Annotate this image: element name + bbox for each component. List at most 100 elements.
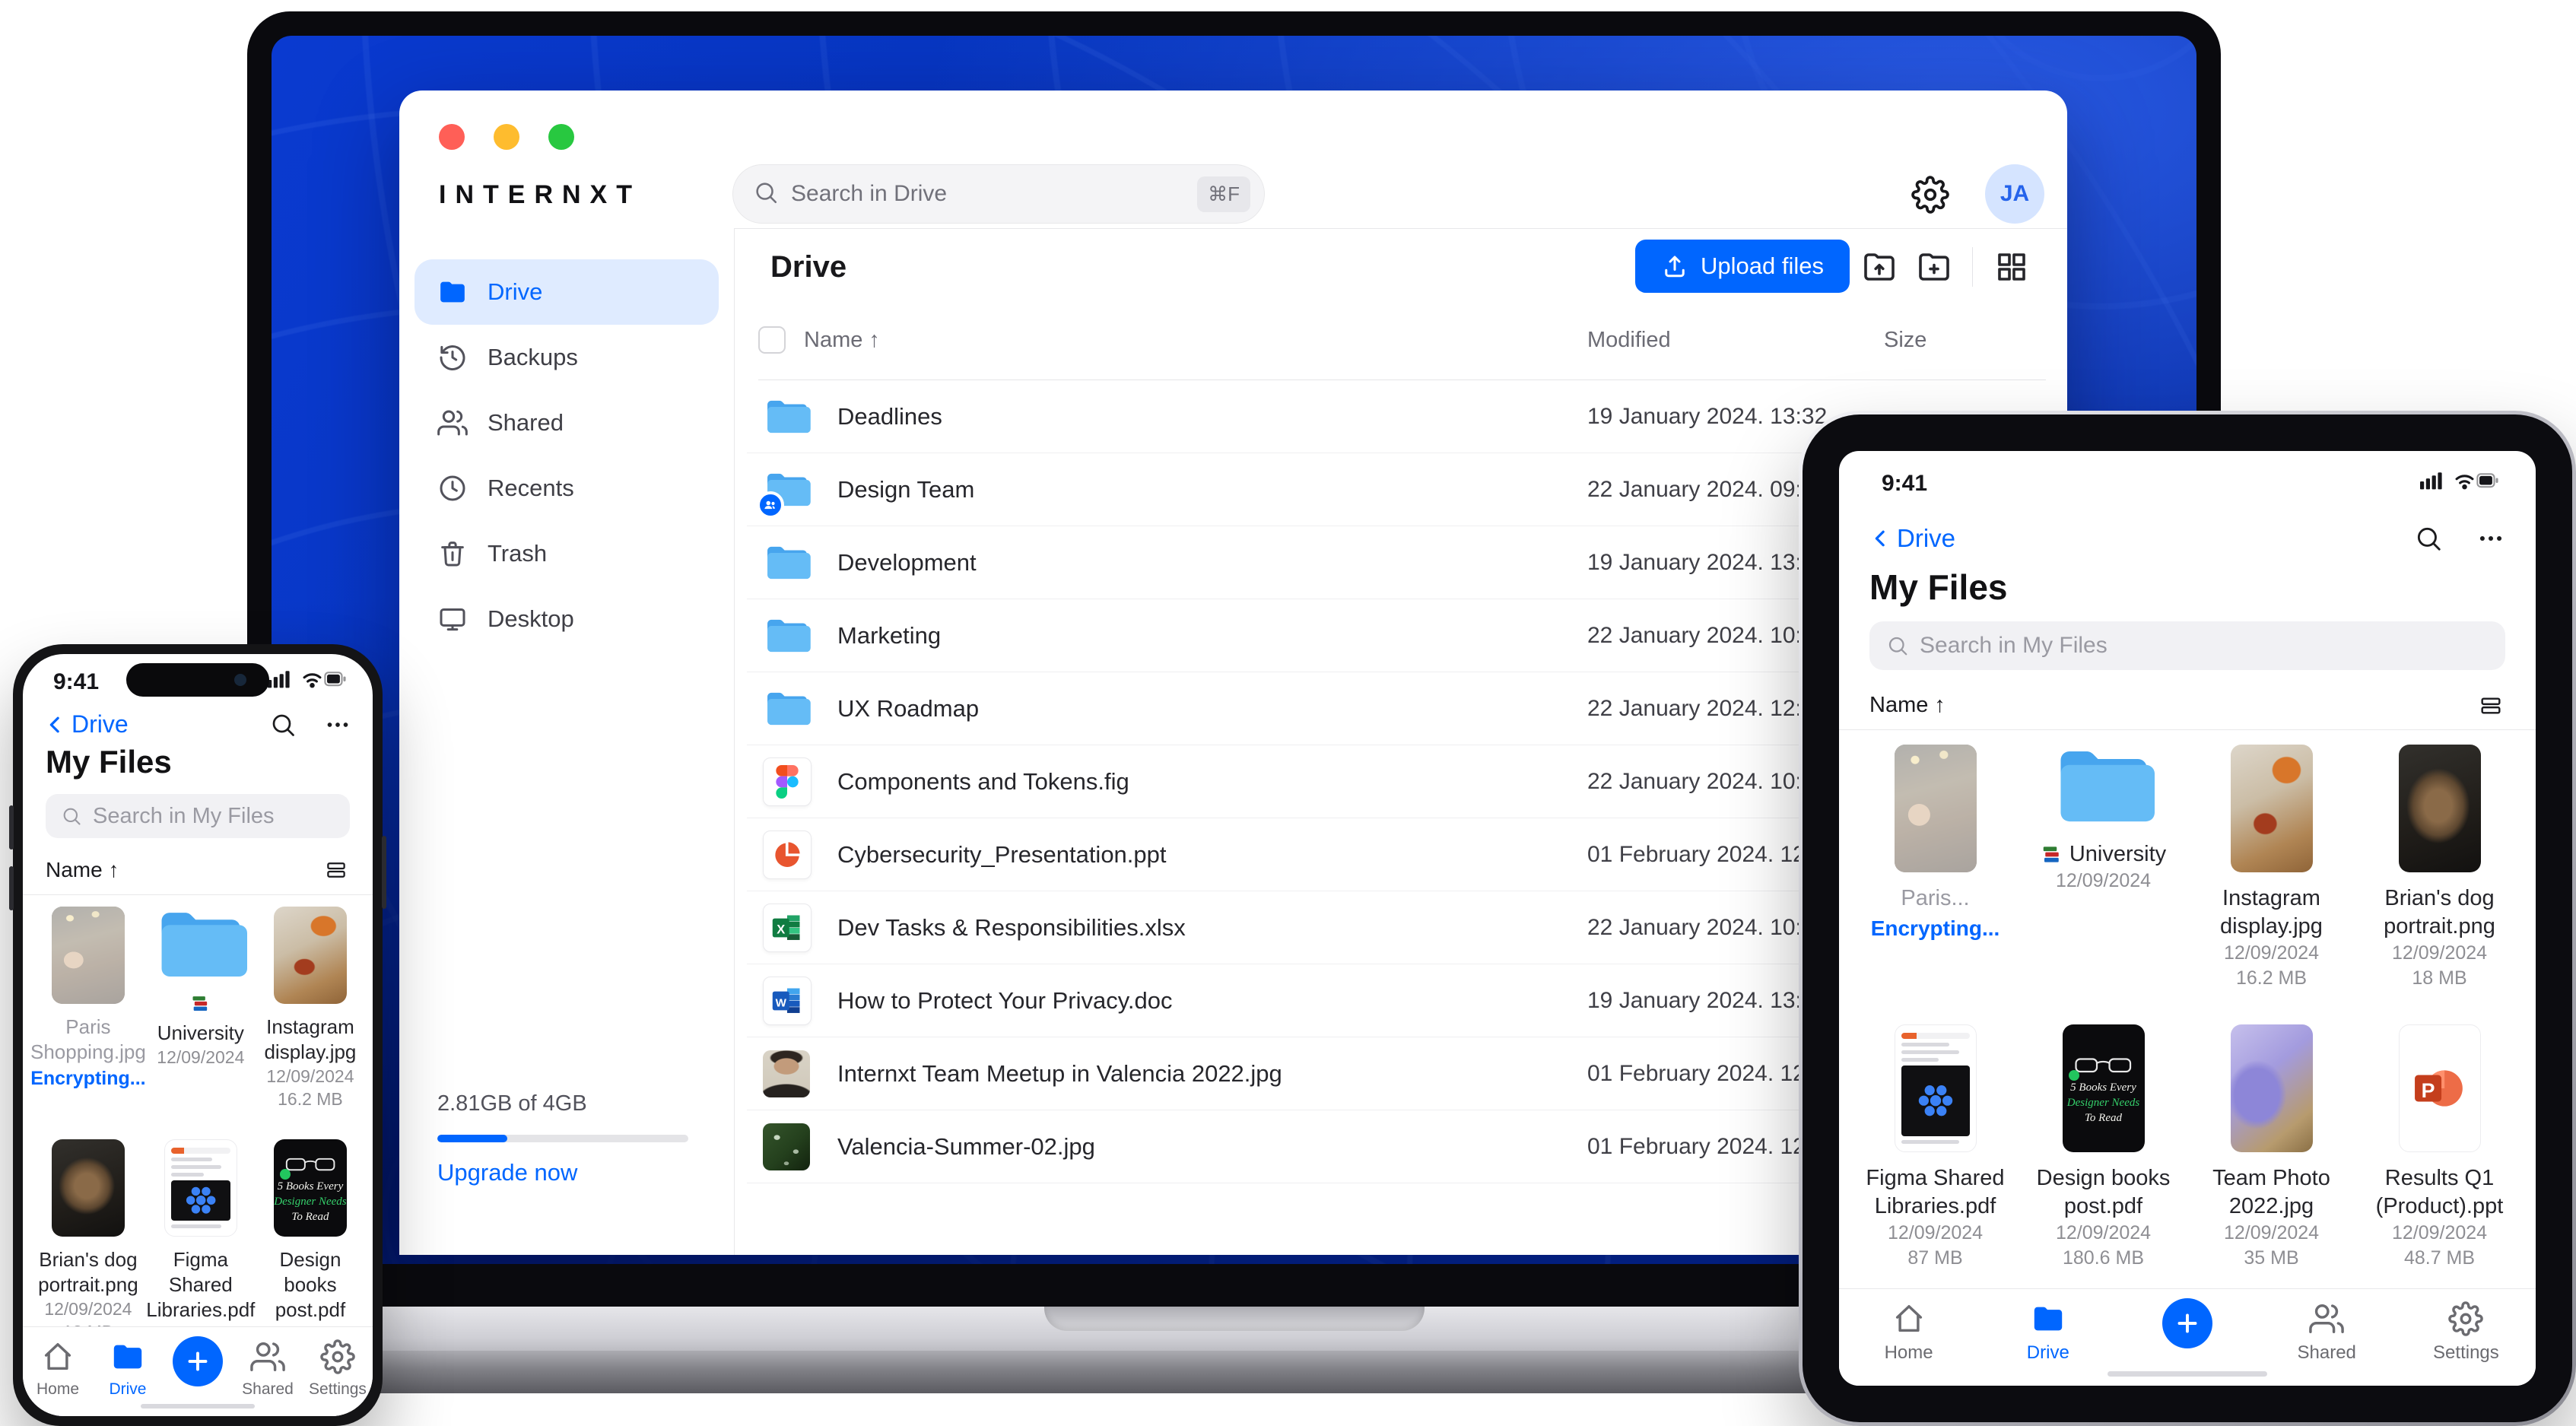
grid-item[interactable]: Team Photo 2022.jpg 12/09/2024 35 MB <box>2187 1024 2355 1271</box>
nav-item[interactable]: Settings <box>2397 1301 2536 1364</box>
nav-item[interactable]: Shared <box>233 1339 303 1399</box>
file-icon: X <box>763 904 812 952</box>
file-thumbnail: 5 Books Every Designer Needs To Read <box>2062 1024 2145 1152</box>
more-options-icon[interactable] <box>2476 524 2505 553</box>
file-name: Internxt Team Meetup in Valencia 2022.jp… <box>837 1060 1282 1087</box>
file-modified-date: 19 January 2024. 13:25 <box>1587 988 1828 1013</box>
upload-folder-icon[interactable] <box>1861 249 1898 285</box>
search-input[interactable] <box>1920 633 2489 659</box>
file-name: How to Protect Your Privacy.doc <box>837 987 1173 1014</box>
grid-view-icon[interactable] <box>1993 249 2030 285</box>
file-name: Design books post.pdf <box>2036 1166 2171 1218</box>
file-name: Design books post.pdf <box>275 1248 346 1321</box>
nav-item[interactable]: Shared <box>2257 1301 2397 1364</box>
file-icon <box>763 684 812 733</box>
grid-item[interactable]: University 12/09/2024 <box>146 907 256 1110</box>
encrypting-status: Encrypting... <box>1870 916 2000 940</box>
search-icon[interactable] <box>2414 524 2443 553</box>
sort-by-name[interactable]: Name ↑ <box>1869 693 1945 718</box>
toolbar-divider <box>1972 247 1973 287</box>
back-button[interactable]: Drive <box>1869 524 1955 553</box>
column-header-size[interactable]: Size <box>1884 328 1926 353</box>
books-icon <box>190 993 211 1015</box>
back-button[interactable]: Drive <box>44 710 129 738</box>
nav-item[interactable]: Drive <box>93 1339 163 1399</box>
search-input[interactable] <box>791 181 1186 207</box>
close-window-button[interactable] <box>439 124 465 150</box>
home-indicator[interactable] <box>2107 1371 2267 1377</box>
drive-search-bar[interactable]: ⌘F <box>732 164 1265 224</box>
divider <box>1839 729 2536 730</box>
file-icon <box>763 757 812 806</box>
file-modified-date: 01 February 2024. 12:3 <box>1587 1134 1825 1159</box>
nav-item[interactable] <box>163 1336 233 1386</box>
file-thumbnail: P <box>2398 1024 2481 1152</box>
grid-item[interactable]: Paris Shopping.jpg Encrypting... <box>30 907 146 1110</box>
sort-by-name[interactable]: Name ↑ <box>46 858 119 882</box>
nav-icon <box>320 1339 355 1374</box>
phone-bottom-nav: Home Drive Shared Settings <box>23 1326 373 1416</box>
file-icon <box>757 465 812 519</box>
column-header-name[interactable]: Name ↑ <box>804 328 880 353</box>
list-view-icon[interactable] <box>2476 694 2505 718</box>
file-size: 18 MB <box>2412 967 2467 989</box>
select-all-checkbox[interactable] <box>758 326 786 354</box>
home-indicator[interactable] <box>141 1404 255 1409</box>
search-field[interactable] <box>1869 621 2505 670</box>
tablet-device: 9:41 Drive My Files Name ↑ <box>1799 411 2576 1426</box>
nav-label: Shared <box>2297 1342 2356 1363</box>
nav-icon <box>250 1339 285 1374</box>
grid-item[interactable]: 5 Books Every Designer Needs To Read Desig… <box>2019 1024 2187 1271</box>
svg-text:W: W <box>776 997 787 1010</box>
search-icon <box>1886 634 1909 657</box>
laptop-lid-notch <box>1043 1307 1425 1331</box>
divider <box>23 894 373 895</box>
column-header-modified[interactable]: Modified <box>1587 328 1671 353</box>
avatar[interactable]: JA <box>1985 164 2044 224</box>
grid-item[interactable]: Figma Shared Libraries.pdf 12/09/2024 87… <box>1851 1024 2019 1271</box>
file-name: University <box>2041 840 2166 869</box>
grid-item[interactable]: P Results Q1 (Product).ppt 12/09/2024 48… <box>2355 1024 2524 1271</box>
file-name: Brian's dog portrait.png <box>2384 886 2495 938</box>
upload-files-label: Upload files <box>1701 252 1824 279</box>
tablet-screen: 9:41 Drive My Files Name ↑ <box>1839 451 2536 1386</box>
search-input[interactable] <box>93 803 373 829</box>
nav-item[interactable]: Home <box>1839 1301 1978 1364</box>
nav-item[interactable]: Settings <box>303 1339 373 1399</box>
file-name: Valencia-Summer-02.jpg <box>837 1133 1095 1160</box>
file-date: 12/09/2024 <box>2223 1222 2320 1243</box>
search-field[interactable] <box>46 794 373 838</box>
maximize-window-button[interactable] <box>548 124 574 150</box>
grid-item[interactable]: University 12/09/2024 <box>2019 745 2187 991</box>
chevron-left-icon <box>44 713 67 736</box>
encrypting-status: Encrypting... <box>30 1068 146 1089</box>
grid-item[interactable]: Instagram display.jpg 12/09/2024 16.2 MB <box>256 907 365 1110</box>
nav-item[interactable]: Drive <box>1978 1301 2117 1364</box>
file-size: 35 MB <box>2244 1247 2299 1269</box>
file-thumbnail <box>51 1139 125 1237</box>
list-view-icon[interactable] <box>322 859 350 881</box>
file-size: 16.2 MB <box>2235 967 2308 989</box>
file-icon <box>763 1050 810 1097</box>
grid-item[interactable]: Brian's dog portrait.png 12/09/2024 18 M… <box>2355 745 2524 991</box>
search-icon[interactable] <box>269 711 297 738</box>
minimize-window-button[interactable] <box>494 124 519 150</box>
marketing-composite: INTERNXT ⌘F JA Drive <box>0 0 2576 1426</box>
settings-gear-icon[interactable] <box>1911 176 1949 214</box>
file-thumbnail <box>2053 745 2155 828</box>
nav-icon <box>2031 1301 2066 1336</box>
file-name: Dev Tasks & Responsibilities.xlsx <box>837 914 1186 941</box>
file-name: Paris Shopping.jpg <box>30 1015 146 1063</box>
signal-wifi-battery-icons <box>2420 469 2499 497</box>
window-controls[interactable] <box>439 124 574 150</box>
new-folder-icon[interactable] <box>1916 249 1952 285</box>
power-button <box>382 836 386 909</box>
nav-item[interactable]: Home <box>23 1339 93 1399</box>
nav-item[interactable] <box>2117 1298 2257 1348</box>
upload-files-button[interactable]: Upload files <box>1635 240 1850 293</box>
more-options-icon[interactable] <box>324 711 351 738</box>
grid-item[interactable]: Paris... Encrypting... <box>1851 745 2019 991</box>
file-name: Development <box>837 549 977 576</box>
sidebar-item[interactable]: Drive <box>415 259 719 325</box>
grid-item[interactable]: Instagram display.jpg 12/09/2024 16.2 MB <box>2187 745 2355 991</box>
